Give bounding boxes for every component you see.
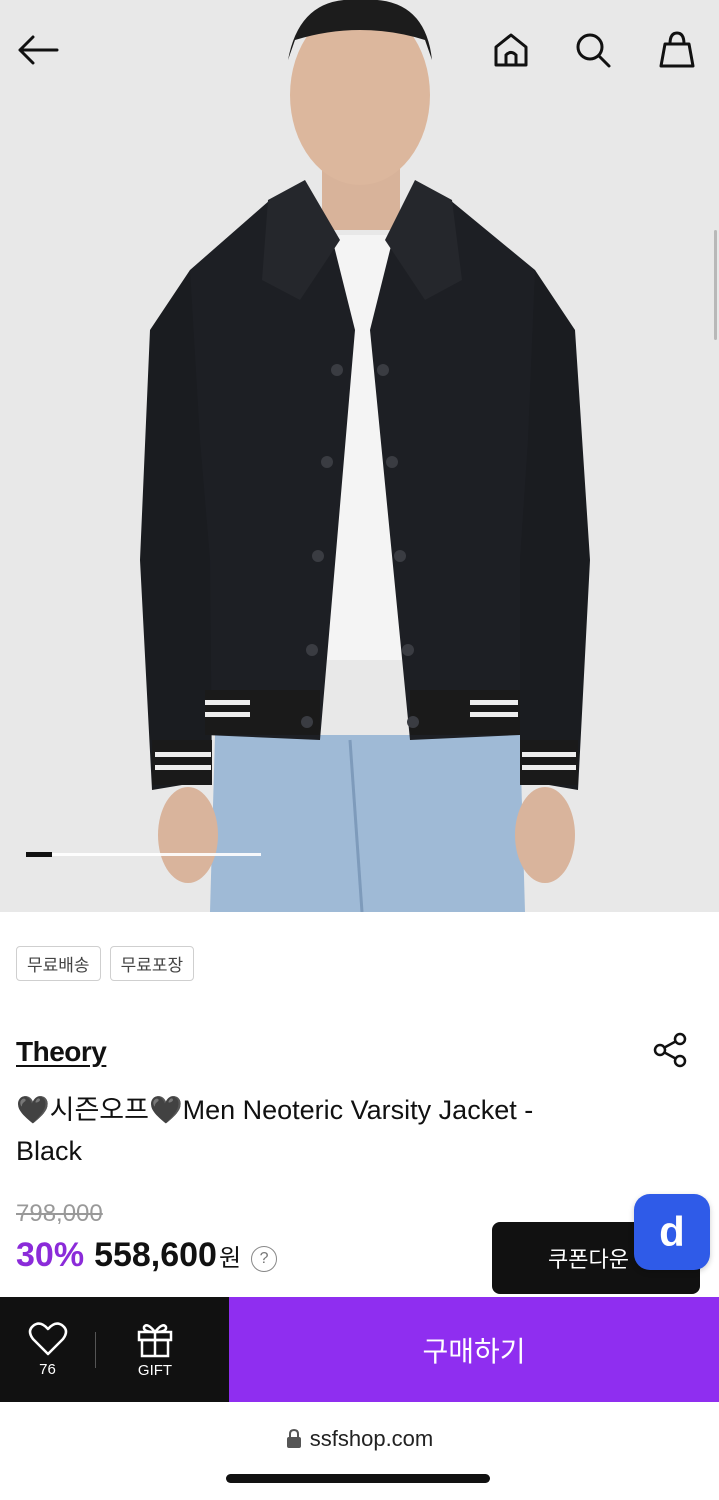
bottom-bar-actions: 76 GIFT (0, 1297, 229, 1402)
brand-link[interactable]: Theory (16, 1036, 107, 1068)
browser-url-bar: ssfshop.com (0, 1402, 719, 1500)
free-shipping-badge: 무료배송 (16, 946, 101, 981)
heart-icon (28, 1322, 67, 1356)
price-row: 30% 558,600 원 ? (16, 1236, 278, 1275)
product-photo (0, 0, 719, 912)
buy-now-label: 구매하기 (422, 1334, 526, 1368)
shipping-badges: 무료배송 무료포장 (16, 946, 195, 981)
shopping-bag-icon (659, 31, 695, 68)
price-help-icon[interactable]: ? (251, 1246, 278, 1272)
share-icon (653, 1032, 687, 1068)
floating-app-button[interactable]: d (634, 1194, 710, 1270)
carousel-progress-indicator (26, 852, 52, 857)
lock-icon (286, 1429, 301, 1448)
product-title: 🖤시즌오프🖤Men Neoteric Varsity Jacket - Blac… (16, 1095, 534, 1166)
arrow-left-icon (18, 35, 59, 65)
gift-button[interactable]: GIFT (96, 1320, 214, 1379)
gift-label: GIFT (137, 1362, 173, 1379)
back-button[interactable] (16, 28, 60, 72)
wishlist-button[interactable]: 76 (0, 1321, 95, 1378)
home-icon (494, 33, 528, 67)
sale-price: 558,600 (94, 1236, 217, 1274)
bottom-action-bar: 76 GIFT 구매하기 (0, 1297, 719, 1402)
cart-button[interactable] (655, 28, 699, 72)
carousel-progress-track (26, 853, 261, 856)
search-button[interactable] (571, 28, 615, 72)
buy-now-button[interactable]: 구매하기 (229, 1297, 719, 1402)
wishlist-count: 76 (39, 1361, 56, 1378)
page-scrollbar[interactable] (714, 230, 717, 340)
original-price: 798,000 (16, 1200, 103, 1227)
url-display[interactable]: ssfshop.com (0, 1426, 719, 1452)
url-text: ssfshop.com (309, 1426, 434, 1451)
share-button[interactable] (648, 1028, 692, 1072)
free-wrapping-badge: 무료포장 (109, 946, 195, 981)
gift-icon (137, 1324, 173, 1358)
product-image[interactable] (0, 0, 719, 912)
coupon-download-label: 쿠폰다운 (548, 1248, 629, 1273)
home-indicator[interactable] (226, 1474, 490, 1483)
search-icon (576, 33, 611, 68)
discount-rate: 30% (16, 1236, 85, 1274)
home-button[interactable] (489, 28, 533, 72)
currency-unit: 원 (218, 1245, 242, 1272)
